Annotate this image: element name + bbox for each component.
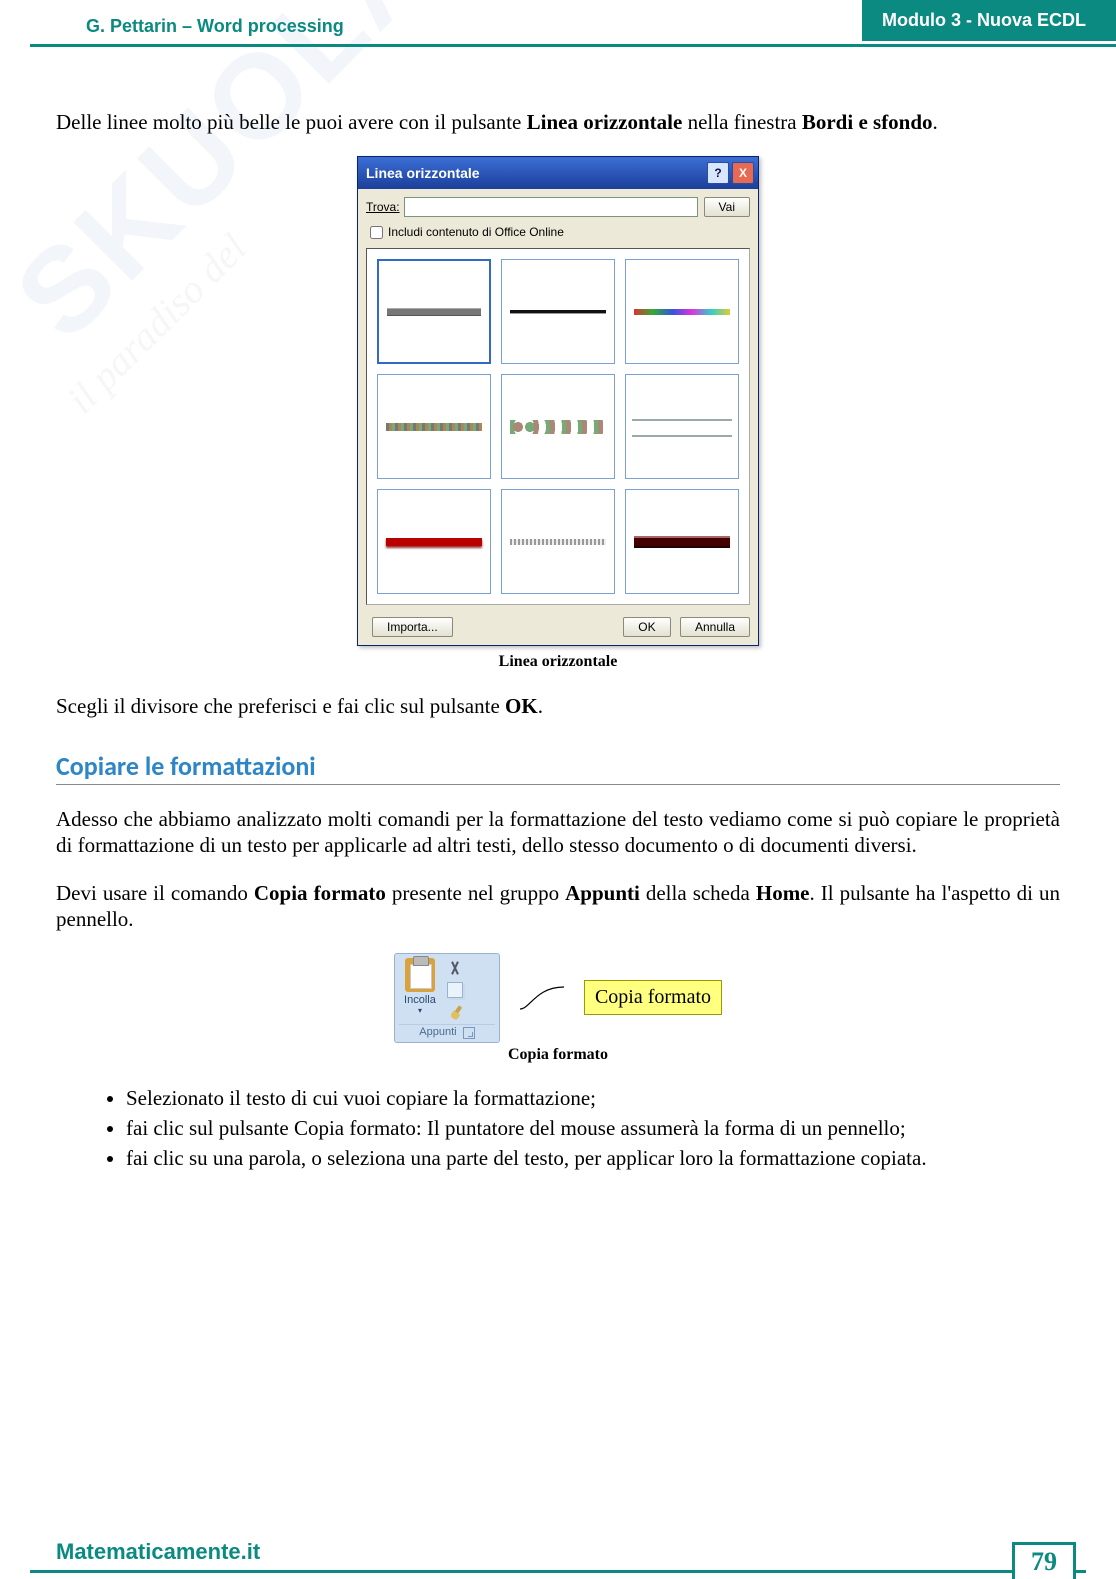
- cut-icon[interactable]: [447, 960, 465, 976]
- text: Scegli il divisore che preferisci e fai …: [56, 694, 505, 718]
- paragraph-1: Delle linee molto più belle le puoi aver…: [56, 109, 1060, 135]
- text-bold: Bordi e sfondo: [802, 110, 933, 134]
- text: .: [933, 110, 938, 134]
- text: .: [538, 694, 543, 718]
- format-painter-icon[interactable]: [447, 1004, 463, 1020]
- footer-site: Matematicamente.it: [56, 1539, 260, 1565]
- page-header: G. Pettarin – Word processing Modulo 3 -…: [0, 0, 1116, 48]
- import-button[interactable]: Importa...: [372, 617, 453, 637]
- ribbon-figure: Incolla ▾ Appunti: [56, 953, 1060, 1043]
- text-bold: Linea orizzontale: [527, 110, 683, 134]
- paragraph-2: Scegli il divisore che preferisci e fai …: [56, 693, 1060, 719]
- section-heading: Copiare le formattazioni: [56, 750, 1060, 783]
- dropdown-arrow-icon: ▾: [418, 1008, 422, 1014]
- footer-rule: [30, 1570, 1086, 1573]
- copy-icon[interactable]: [447, 982, 463, 998]
- line-swatch-floral[interactable]: [501, 374, 615, 479]
- callout-label: Copia formato: [584, 980, 722, 1015]
- go-button[interactable]: Vai: [704, 197, 750, 217]
- text: della scheda: [640, 881, 756, 905]
- page-footer: Matematicamente.it 79: [0, 1531, 1116, 1579]
- horizontal-line-dialog: Linea orizzontale ? X Trova: Vai Includi…: [357, 156, 759, 646]
- section-rule: [56, 784, 1060, 785]
- group-label: Appunti: [419, 1026, 456, 1040]
- paragraph-3: Adesso che abbiamo analizzato molti coma…: [56, 806, 1060, 859]
- line-swatch-notched[interactable]: [501, 489, 615, 594]
- line-swatch-arrows[interactable]: [625, 374, 739, 479]
- dialog-title: Linea orizzontale: [366, 165, 480, 183]
- line-swatch-red[interactable]: [377, 489, 491, 594]
- text: Delle linee molto più belle le puoi aver…: [56, 110, 527, 134]
- header-right: Modulo 3 - Nuova ECDL: [862, 0, 1116, 41]
- cancel-button[interactable]: Annulla: [680, 617, 750, 637]
- include-online-checkbox[interactable]: [370, 226, 383, 239]
- dialog-launcher-icon[interactable]: [463, 1027, 475, 1039]
- paste-button[interactable]: Incolla ▾: [399, 958, 441, 1014]
- text: presente nel gruppo: [386, 881, 565, 905]
- text: nella finestra: [682, 110, 802, 134]
- page-number: 79: [1012, 1542, 1076, 1579]
- line-swatch-thin-dark[interactable]: [501, 259, 615, 364]
- instruction-list: Selezionato il testo di cui vuoi copiare…: [56, 1085, 1060, 1172]
- clipboard-group: Incolla ▾ Appunti: [394, 953, 500, 1043]
- include-online-label: Includi contenuto di Office Online: [388, 225, 564, 240]
- header-left: G. Pettarin – Word processing: [86, 16, 344, 37]
- figure-caption-2: Copia formato: [56, 1045, 1060, 1065]
- line-gallery: [366, 248, 750, 605]
- text-bold: Copia formato: [254, 881, 386, 905]
- text-bold: OK: [505, 694, 538, 718]
- list-item: Selezionato il testo di cui vuoi copiare…: [126, 1085, 1060, 1111]
- text: Devi usare il comando: [56, 881, 254, 905]
- figure-caption-1: Linea orizzontale: [56, 652, 1060, 672]
- header-rule: [30, 44, 1116, 47]
- text-bold: Appunti: [565, 881, 640, 905]
- callout-connector: [520, 975, 564, 1021]
- find-label: Trova:: [366, 200, 400, 215]
- dialog-titlebar: Linea orizzontale ? X: [358, 157, 758, 189]
- help-button[interactable]: ?: [707, 162, 729, 184]
- find-input[interactable]: [404, 197, 698, 217]
- line-swatch-rainbow[interactable]: [625, 259, 739, 364]
- paragraph-4: Devi usare il comando Copia formato pres…: [56, 880, 1060, 933]
- line-swatch-pattern[interactable]: [377, 374, 491, 479]
- ok-button[interactable]: OK: [623, 617, 670, 637]
- list-item: fai clic sul pulsante Copia formato: Il …: [126, 1115, 1060, 1141]
- line-swatch-darkred[interactable]: [625, 489, 739, 594]
- text-bold: Home: [756, 881, 810, 905]
- line-swatch-gray-thick[interactable]: [377, 259, 491, 364]
- close-button[interactable]: X: [732, 162, 754, 184]
- clipboard-icon: [405, 958, 435, 992]
- list-item: fai clic su una parola, o seleziona una …: [126, 1145, 1060, 1171]
